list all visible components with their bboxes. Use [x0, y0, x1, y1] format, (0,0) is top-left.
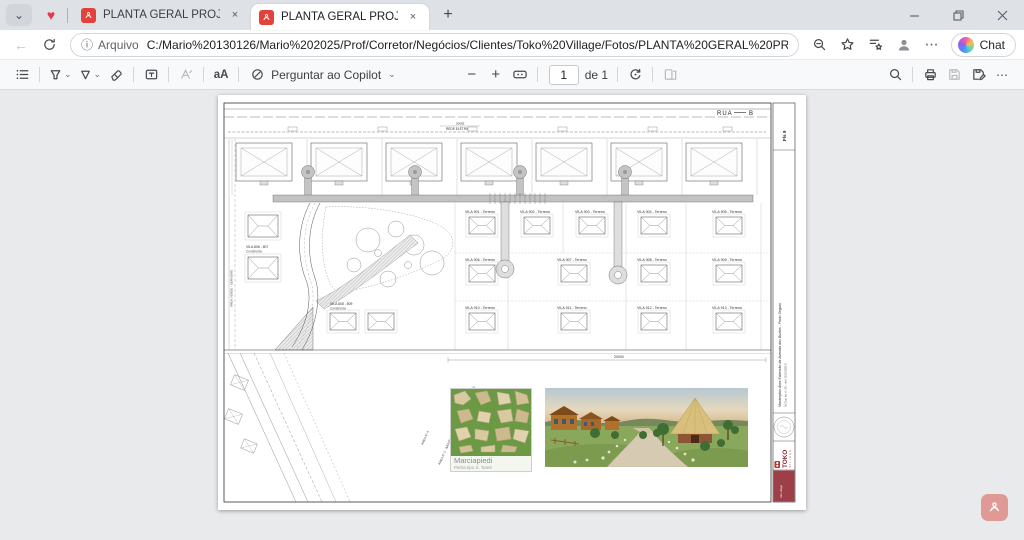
marciapiedi-caption: Marciapiedi	[454, 457, 528, 465]
refresh-icon[interactable]	[36, 32, 62, 58]
settings-more-icon[interactable]: ⋯	[919, 32, 945, 58]
file-protocol-label: Arquivo	[98, 38, 139, 52]
street-label-b: B	[749, 111, 753, 117]
page-view-icon[interactable]	[658, 62, 682, 88]
tab-planta-geral-1[interactable]: PLANTA GERAL PROJETO.pdf ×	[73, 2, 251, 28]
info-icon[interactable]: ⓘ	[81, 36, 93, 53]
acrobat-extension-button[interactable]	[981, 494, 1008, 521]
restore-button[interactable]	[936, 0, 980, 30]
new-tab-button[interactable]: +	[435, 2, 461, 28]
tab-title: PLANTA GERAL PROJETO.pdf	[103, 9, 220, 21]
lot-label: VILA 911 - Terreno	[557, 306, 587, 310]
lot-label-construida-1: VILA 806 - 807	[246, 245, 269, 249]
save-icon[interactable]	[942, 62, 966, 88]
dim-bottom-label: 20000	[614, 355, 624, 359]
tab-planta-geral-2[interactable]: PLANTA GERAL PROJETO.pdf ×	[251, 4, 429, 30]
svg-text:Construída: Construída	[330, 307, 346, 311]
street-label: RUA	[717, 111, 733, 117]
highlighter-icon[interactable]: ⌄	[45, 62, 75, 88]
lot-label: VILA 903 - Terreno	[575, 210, 605, 214]
add-text-icon[interactable]	[139, 62, 163, 88]
svg-text:Construída: Construída	[246, 250, 262, 254]
tab-divider	[67, 8, 68, 23]
sheet-number-label: Fls 9	[782, 130, 787, 141]
lot-label: VILA 912 - Terreno	[637, 306, 667, 310]
zoom-indicator-icon[interactable]	[807, 32, 833, 58]
marciapiedi-subcaption: Pietra tipo S. Tomé	[454, 465, 528, 470]
tab-search-button[interactable]: ⌄	[6, 4, 32, 26]
lot-label: VILA 908 - Terreno	[637, 258, 667, 262]
copilot-chat-button[interactable]: Chat	[951, 33, 1016, 57]
pdf-page: RUA B REDE ELÉTRICA 20005	[218, 95, 806, 510]
url-text: C:/Mario%20130126/Mario%202025/Prof/Corr…	[147, 38, 788, 52]
acrobat-icon	[986, 499, 1003, 516]
heart-icon[interactable]: ♥	[40, 4, 62, 26]
page-count-label: de 1	[585, 68, 608, 82]
lot-label: VILA 909 - Terreno	[712, 258, 742, 262]
table-of-contents-icon[interactable]	[10, 62, 34, 88]
brand-footer-text: toko village	[779, 484, 783, 498]
dim-top-label: 20005	[456, 122, 465, 126]
fit-to-width-icon[interactable]	[508, 62, 532, 88]
browser-window: ⌄ ♥ PLANTA GERAL PROJETO.pdf × PLANTA GE…	[0, 0, 1024, 540]
chevron-down-icon: ⌄	[14, 8, 24, 22]
zoom-out-icon[interactable]: −	[460, 62, 484, 88]
close-window-button[interactable]	[980, 0, 1024, 30]
url-field[interactable]: ⓘ Arquivo C:/Mario%20130126/Mario%202025…	[70, 33, 799, 57]
edit-text-icon[interactable]	[174, 62, 198, 88]
chevron-down-icon[interactable]: ⌄	[94, 69, 102, 80]
more-options-icon[interactable]: ⋯	[990, 62, 1014, 88]
search-icon[interactable]	[883, 62, 907, 88]
lot-label: VILA 902 - Terreno	[520, 210, 550, 214]
lot-label: VILA 904 - Terreno	[637, 210, 667, 214]
lot-label: VILA 901 - Terreno	[465, 210, 495, 214]
copilot-icon	[958, 37, 974, 53]
svg-text:TOKO: TOKO	[782, 450, 789, 468]
village-rendering-photo	[545, 388, 748, 467]
back-icon[interactable]: ←	[8, 32, 34, 58]
pdf-viewer[interactable]: RUA B REDE ELÉTRICA 20005	[0, 90, 1024, 540]
chat-label: Chat	[980, 38, 1005, 52]
lot-label: VILA 905 - Terreno	[712, 210, 742, 214]
ask-copilot-label: Perguntar ao Copilot	[271, 68, 381, 82]
chevron-down-icon[interactable]: ⌄	[64, 69, 72, 80]
read-aloud-icon[interactable]: aA	[209, 62, 233, 88]
eraser-icon[interactable]	[104, 62, 128, 88]
collections-icon[interactable]	[863, 32, 889, 58]
plus-icon: +	[443, 6, 452, 24]
print-icon[interactable]	[918, 62, 942, 88]
save-as-icon[interactable]	[966, 62, 990, 88]
masterplan-subtitle: St.Doc.lot n° 25 - del 15/12/2010	[784, 363, 788, 407]
marciapiedi-photo: Marciapiedi Pietra tipo S. Tomé	[450, 388, 532, 472]
close-tab-icon[interactable]: ×	[227, 7, 243, 23]
window-controls	[892, 0, 1024, 30]
lot-label: VILA 907 - Terreno	[557, 258, 587, 262]
zoom-in-icon[interactable]: +	[484, 62, 508, 88]
pen-icon[interactable]: ⌄	[75, 62, 105, 88]
margin-note: ÁREA VERDE - SERVIDÃO	[229, 269, 234, 307]
chevron-down-icon: ⌄	[388, 69, 396, 80]
profile-avatar-icon[interactable]	[891, 32, 917, 58]
favorite-star-icon[interactable]	[835, 32, 861, 58]
brand-footer-box	[774, 471, 795, 502]
lot-label: VILA 913 - Terreno	[712, 306, 742, 310]
minimize-button[interactable]	[892, 0, 936, 30]
address-bar: ← ⓘ Arquivo C:/Mario%20130126/Mario%2020…	[0, 30, 1024, 60]
page-number-input[interactable]	[549, 65, 579, 85]
ask-copilot-button[interactable]: Perguntar ao Copilot ⌄	[244, 62, 402, 88]
svg-text:VILLAGE: VILLAGE	[789, 449, 792, 467]
masterplan-title: Masterplan Área Extensão da Avenida dos …	[778, 303, 782, 407]
pdf-toolbar: ⌄ ⌄ aA Perguntar ao Copilot ⌄ − +	[0, 60, 1024, 90]
rotate-icon[interactable]	[623, 62, 647, 88]
lot-label: VILA 910 - Terreno	[465, 306, 495, 310]
lot-label-construida-2: VILA 808 - 809	[330, 302, 353, 306]
tab-strip: ⌄ ♥ PLANTA GERAL PROJETO.pdf × PLANTA GE…	[0, 0, 1024, 30]
tab-title: PLANTA GERAL PROJETO.pdf	[281, 11, 398, 23]
close-tab-icon[interactable]: ×	[405, 9, 421, 25]
lot-label: VILA 906 - Terreno	[465, 258, 495, 262]
pdf-file-icon	[81, 8, 96, 23]
pdf-file-icon	[259, 10, 274, 25]
